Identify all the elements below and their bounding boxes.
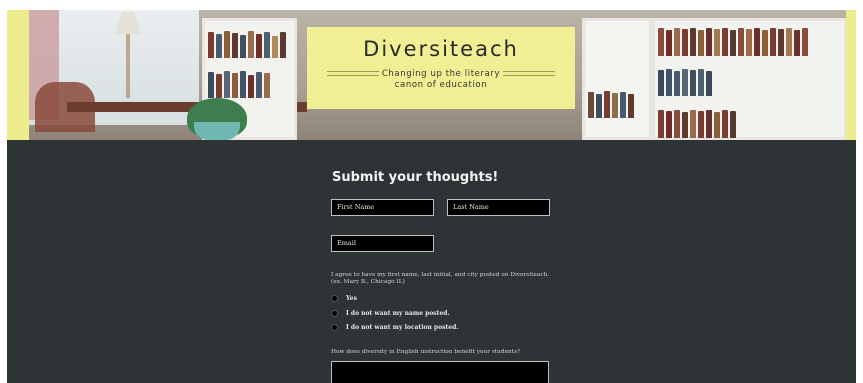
page-frame: Diversiteach Changing up the literary ca… xyxy=(7,10,856,383)
banner-left-edge xyxy=(7,10,29,140)
site-tagline: Changing up the literary canon of educat… xyxy=(307,69,575,91)
header-banner-image: Diversiteach Changing up the literary ca… xyxy=(7,10,856,140)
site-title: Diversiteach xyxy=(363,37,519,61)
radio-button[interactable] xyxy=(331,310,338,317)
answer-textarea[interactable] xyxy=(331,361,549,383)
banner-right-edge xyxy=(846,10,856,140)
question-label: How does diversity in English instructio… xyxy=(331,349,521,355)
banner-lamp-pole xyxy=(126,34,130,98)
tagline-line-2: canon of education xyxy=(394,80,488,90)
radio-button[interactable] xyxy=(331,295,338,302)
consent-text: I agree to have my first name, last init… xyxy=(331,272,550,285)
site-title-card: Diversiteach Changing up the literary ca… xyxy=(307,27,575,109)
banner-pot xyxy=(194,122,240,140)
last-name-field[interactable]: Last Name xyxy=(447,199,550,216)
first-name-field[interactable]: First Name xyxy=(331,199,434,216)
radio-label: I do not want my location posted. xyxy=(346,324,459,331)
radio-button[interactable] xyxy=(331,324,338,331)
banner-bookshelf-right xyxy=(652,18,847,140)
radio-label: Yes xyxy=(346,295,357,302)
tagline-line-1: Changing up the literary xyxy=(381,69,501,79)
radio-label: I do not want my name posted. xyxy=(346,310,450,317)
banner-bookshelf-middle xyxy=(582,18,652,140)
email-field[interactable]: Email xyxy=(331,235,434,252)
form-heading: Submit your thoughts! xyxy=(332,170,499,185)
